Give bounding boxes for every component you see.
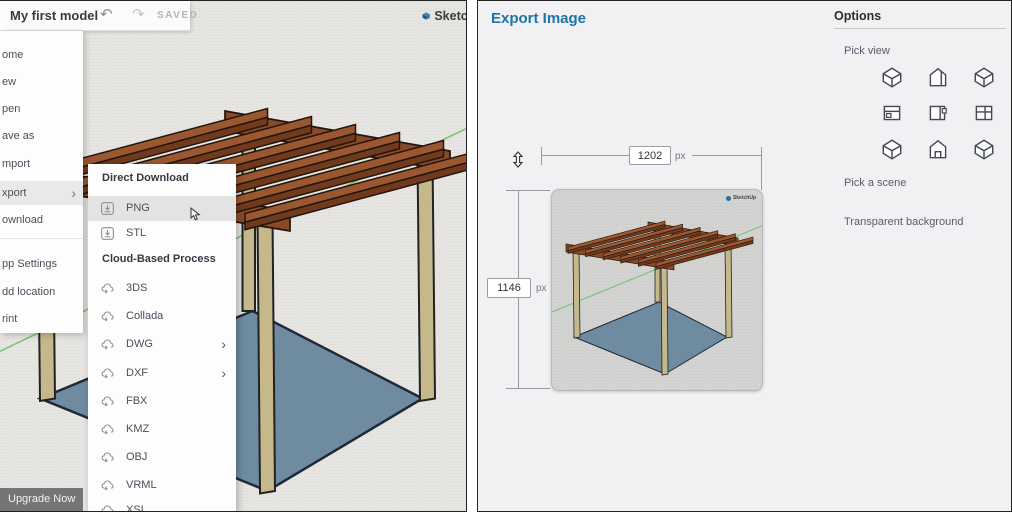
view-top-icon[interactable] bbox=[880, 101, 904, 125]
view-side-icon[interactable] bbox=[926, 101, 950, 125]
menu-item-import[interactable]: mport bbox=[0, 152, 83, 176]
cloud-download-icon bbox=[101, 451, 115, 464]
width-input[interactable] bbox=[629, 146, 671, 165]
width-dim-line-left bbox=[541, 155, 629, 156]
menu-item-new[interactable]: ew bbox=[0, 70, 83, 94]
file-menu: ome ew pen ave as mport xport › ownload … bbox=[0, 31, 83, 333]
resize-vertical-cursor-icon bbox=[512, 151, 524, 168]
sketchup-app-window: My first model ↶ ↷ SAVED SketchUp ome ew… bbox=[0, 0, 467, 512]
view-bottom-iso-icon[interactable] bbox=[880, 137, 904, 161]
menu-item-add-location[interactable]: dd location bbox=[0, 280, 83, 304]
cloud-download-icon bbox=[101, 282, 115, 295]
download-box-icon bbox=[101, 202, 114, 215]
options-divider bbox=[834, 28, 1006, 29]
cloud-download-icon bbox=[101, 504, 115, 512]
saved-status: SAVED bbox=[157, 10, 199, 21]
preview-model-image bbox=[552, 220, 762, 376]
submenu-chevron-icon: › bbox=[71, 185, 76, 201]
mouse-pointer-icon bbox=[190, 207, 201, 221]
width-dim-tick-left bbox=[541, 147, 542, 165]
section-header-cloud-process: Cloud-Based Process bbox=[102, 253, 216, 265]
submenu-item-vrml[interactable]: VRML bbox=[88, 473, 236, 498]
dialog-title: Export Image bbox=[491, 10, 587, 27]
upgrade-now-button[interactable]: Upgrade Now bbox=[0, 488, 83, 511]
cloud-download-icon bbox=[101, 423, 115, 436]
pick-view-grid bbox=[880, 65, 996, 161]
sketchup-cube-icon bbox=[422, 12, 430, 20]
menu-item-home[interactable]: ome bbox=[0, 43, 83, 67]
submenu-item-fbx[interactable]: FBX bbox=[88, 389, 236, 414]
submenu-item-collada[interactable]: Collada bbox=[88, 304, 236, 329]
submenu-chevron-icon: › bbox=[221, 365, 226, 381]
export-submenu: Direct Download PNG STL Cloud-Based Proc… bbox=[88, 164, 236, 512]
cloud-download-icon bbox=[101, 338, 115, 351]
view-iso-right-icon[interactable] bbox=[972, 65, 996, 89]
width-unit-label: px bbox=[675, 151, 686, 162]
menu-item-open[interactable]: pen bbox=[0, 97, 83, 121]
view-home-icon[interactable] bbox=[926, 137, 950, 161]
transparent-background-label[interactable]: Transparent background bbox=[844, 216, 963, 228]
view-bottom-back-icon[interactable] bbox=[972, 137, 996, 161]
sketchup-watermark-icon bbox=[725, 195, 731, 201]
submenu-item-xsi[interactable]: XSI bbox=[88, 498, 236, 512]
submenu-item-kmz[interactable]: KMZ bbox=[88, 417, 236, 442]
pick-view-label: Pick view bbox=[844, 45, 890, 57]
model-title[interactable]: My first model bbox=[10, 8, 98, 23]
width-dim-tick-right bbox=[761, 147, 762, 190]
menu-item-export[interactable]: xport › bbox=[0, 181, 83, 205]
sketchup-logo: SketchUp bbox=[422, 9, 466, 23]
submenu-item-stl[interactable]: STL bbox=[88, 221, 236, 246]
submenu-item-png[interactable]: PNG bbox=[88, 196, 236, 221]
preview-watermark: SketchUp bbox=[725, 195, 756, 201]
view-front-icon[interactable] bbox=[926, 65, 950, 89]
height-dim-tick-bottom bbox=[506, 388, 550, 389]
menu-item-print[interactable]: rint bbox=[0, 307, 83, 331]
sketchup-logo-text: SketchUp bbox=[434, 9, 466, 23]
watermark-text: SketchUp bbox=[732, 195, 756, 201]
document-header: My first model ↶ ↷ SAVED bbox=[0, 1, 197, 31]
export-preview: SketchUp bbox=[551, 189, 763, 391]
view-back-icon[interactable] bbox=[972, 101, 996, 125]
submenu-item-obj[interactable]: OBJ bbox=[88, 445, 236, 470]
undo-icon[interactable]: ↶ bbox=[100, 5, 113, 23]
pick-scene-label[interactable]: Pick a scene bbox=[844, 177, 906, 189]
menu-divider bbox=[0, 238, 83, 239]
cloud-download-icon bbox=[101, 367, 115, 380]
submenu-item-dxf[interactable]: DXF › bbox=[88, 361, 236, 386]
menu-item-save-as[interactable]: ave as bbox=[0, 124, 83, 148]
submenu-chevron-icon: › bbox=[221, 336, 226, 352]
height-unit-label: px bbox=[536, 283, 547, 294]
options-header: Options bbox=[834, 9, 882, 23]
cloud-download-icon bbox=[101, 310, 115, 323]
width-dim-line-right bbox=[692, 155, 761, 156]
view-iso-icon[interactable] bbox=[880, 65, 904, 89]
submenu-item-3ds[interactable]: 3DS bbox=[88, 276, 236, 301]
menu-item-app-settings[interactable]: pp Settings bbox=[0, 252, 83, 276]
menu-item-download[interactable]: ownload bbox=[0, 208, 83, 232]
cloud-download-icon bbox=[101, 395, 115, 408]
height-input[interactable] bbox=[487, 278, 531, 298]
redo-icon[interactable]: ↷ bbox=[132, 5, 145, 23]
export-image-dialog: Export Image Options Pick view Pick a sc… bbox=[477, 0, 1012, 512]
height-dim-tick-top bbox=[506, 190, 550, 191]
cloud-download-icon bbox=[101, 479, 115, 492]
composite-screenshot: My first model ↶ ↷ SAVED SketchUp ome ew… bbox=[0, 0, 1012, 512]
section-header-direct-download: Direct Download bbox=[102, 172, 189, 184]
download-box-icon bbox=[101, 227, 114, 240]
submenu-item-dwg[interactable]: DWG › bbox=[88, 332, 236, 357]
